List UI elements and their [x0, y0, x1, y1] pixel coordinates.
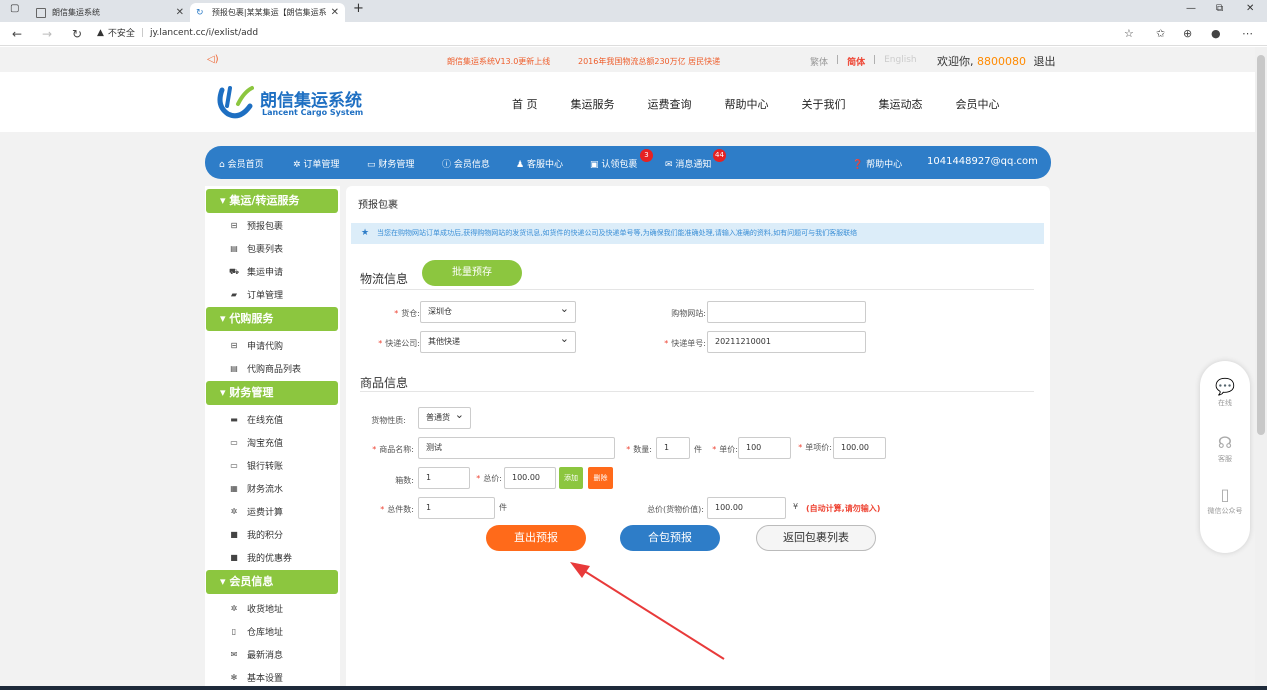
annotation-arrow	[570, 562, 725, 660]
chat-icon: 💬	[1215, 377, 1235, 396]
wechat-item[interactable]: ▯ 微信公众号	[1200, 485, 1250, 516]
floating-contact-widget: 💬 在线 ☊ 客服 ▯ 微信公众号	[1200, 361, 1250, 553]
scrollbar-thumb[interactable]	[1257, 55, 1265, 435]
customer-service-item[interactable]: ☊ 客服	[1200, 433, 1250, 464]
page-scrollbar[interactable]	[1255, 47, 1267, 690]
online-chat-item[interactable]: 💬 在线	[1200, 377, 1250, 408]
headset-icon: ☊	[1217, 433, 1233, 452]
phone-icon: ▯	[1220, 485, 1230, 504]
taskbar-strip	[0, 686, 1267, 690]
